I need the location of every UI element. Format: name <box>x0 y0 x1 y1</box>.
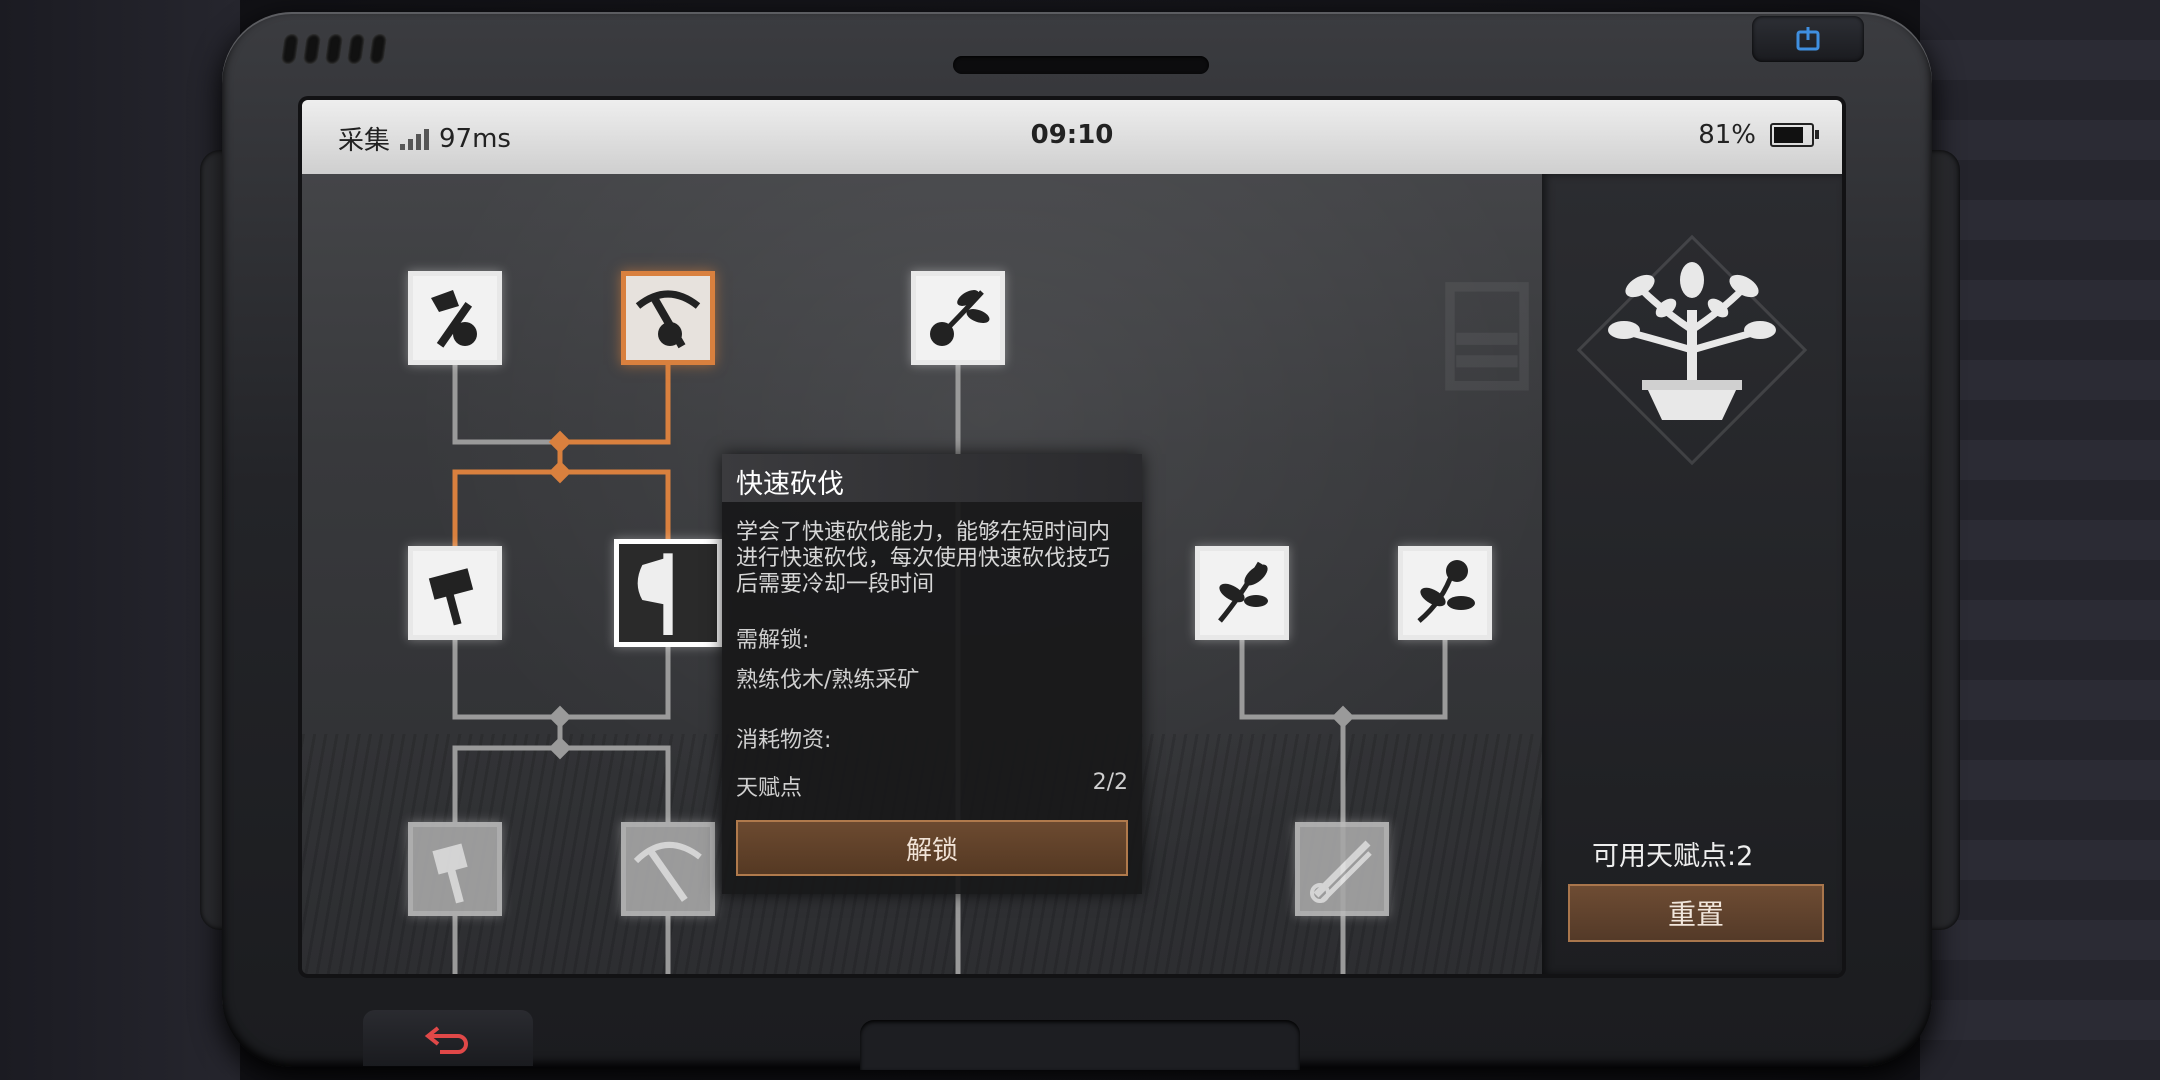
power-icon <box>1796 27 1820 51</box>
skill-node-heavy-smash[interactable] <box>408 822 502 916</box>
cost-item: 天赋点 <box>736 776 803 801</box>
skill-node-heavy-mine[interactable] <box>621 822 715 916</box>
skill-node-chop[interactable] <box>408 271 502 365</box>
sledgehammer-icon <box>413 827 497 911</box>
plant-icon <box>1200 551 1284 635</box>
skill-node-flowers[interactable] <box>1398 546 1492 640</box>
skill-node-fast-chop[interactable] <box>614 539 722 647</box>
skill-node-mine[interactable] <box>621 271 715 365</box>
skill-tooltip: 快速砍伐 学会了快速砍伐能力，能够在短时间内进行快速砍伐，每次使用快速砍伐技巧后… <box>722 454 1142 894</box>
hand-pickaxe-icon <box>626 276 710 360</box>
top-slot <box>953 56 1209 74</box>
requirement-value: 熟练伐木/熟练采矿 <box>736 668 920 693</box>
screen: 采集 97ms 09:10 81% ⌸ 快速砍伐 学会了快速砍伐能力，能够在短时… <box>302 100 1842 974</box>
battery-icon <box>1770 123 1819 147</box>
status-right: 81% <box>1698 120 1819 150</box>
available-points: 可用天赋点:2 <box>1592 841 1754 872</box>
skill-node-herbs[interactable] <box>1195 546 1289 640</box>
back-button[interactable] <box>363 1010 533 1066</box>
hand-axe-icon <box>413 276 497 360</box>
tooltip-description: 学会了快速砍伐能力，能够在短时间内进行快速砍伐，每次使用快速砍伐技巧后需要冷却一… <box>736 520 1111 597</box>
flower-icon <box>1403 551 1487 635</box>
bottom-bar <box>860 1020 1300 1070</box>
reset-button[interactable]: 重置 <box>1568 884 1824 942</box>
unlock-button[interactable]: 解锁 <box>736 820 1128 876</box>
tree-emblem-icon <box>1576 234 1808 466</box>
skill-node-smash[interactable] <box>408 546 502 640</box>
exit-button[interactable] <box>1752 16 1864 62</box>
shears-icon <box>1300 827 1384 911</box>
battery-percent: 81% <box>1698 120 1756 150</box>
skill-node-gather[interactable] <box>911 271 1005 365</box>
hammer-icon <box>413 551 497 635</box>
cost-label: 消耗物资: <box>736 728 832 753</box>
tooltip-title: 快速砍伐 <box>722 454 1142 502</box>
cost-row: 天赋点 2/2 <box>736 770 1128 802</box>
requirement-label: 需解锁: <box>736 628 810 653</box>
cost-value: 2/2 <box>1092 770 1128 795</box>
axe-icon <box>619 544 717 642</box>
skill-node-shearing[interactable] <box>1295 822 1389 916</box>
pickaxe-icon <box>626 827 710 911</box>
hand-herb-icon <box>916 276 1000 360</box>
speaker-grille <box>280 34 388 64</box>
back-arrow-icon <box>424 1026 468 1054</box>
